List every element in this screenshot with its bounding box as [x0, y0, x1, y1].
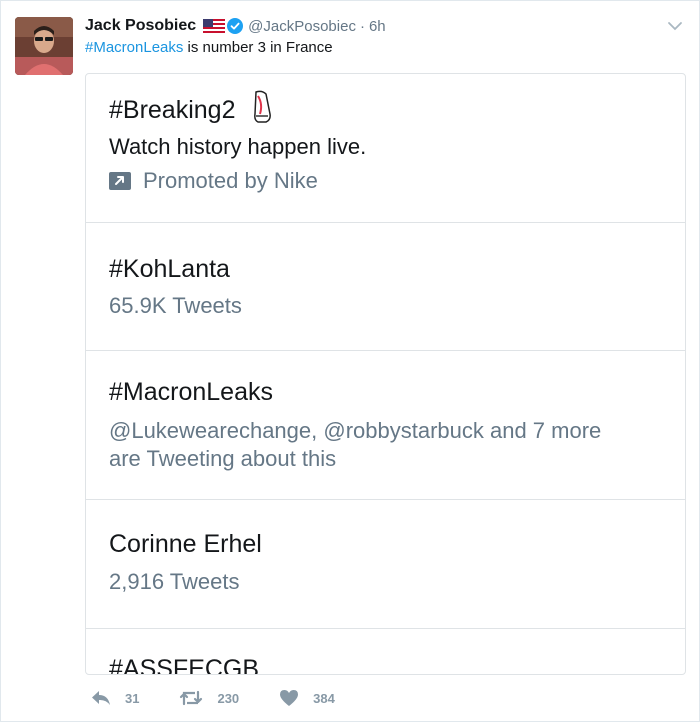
tweet-timestamp[interactable]: 6h	[369, 18, 386, 35]
sneaker-icon	[248, 90, 274, 124]
author-handle[interactable]: @JackPosobiec	[248, 18, 356, 35]
tweet-card[interactable]: Jack Posobiec @JackPosobiec · 6h #Macron…	[0, 0, 700, 722]
promoted-arrow-icon	[109, 172, 131, 190]
like-count: 384	[313, 690, 335, 706]
retweet-count: 230	[217, 690, 240, 706]
us-flag-icon	[203, 19, 226, 33]
trend-item[interactable]: #ASSFECGB	[86, 629, 685, 675]
separator-dot: ·	[359, 17, 365, 35]
trend-item[interactable]: Corinne Erhel 2,916 Tweets	[86, 500, 685, 629]
author-name[interactable]: Jack Posobiec	[85, 17, 196, 35]
trend-title: #Breaking2	[109, 90, 274, 125]
avatar[interactable]	[15, 17, 73, 75]
trend-title: #MacronLeaks	[109, 378, 273, 406]
retweet-icon	[180, 690, 203, 706]
trend-title: Corinne Erhel	[109, 530, 262, 558]
heart-icon	[280, 690, 299, 706]
trend-context-line-1: @Lukewearechange, @robbystarbuck and 7 m…	[109, 418, 602, 443]
tweet-header: Jack Posobiec @JackPosobiec · 6h	[85, 15, 386, 37]
retweet-button[interactable]: 230	[179, 690, 239, 706]
verified-badge-icon	[227, 18, 244, 34]
trends-screenshot[interactable]: #Breaking2 Watch history happen live. Pr…	[85, 73, 686, 675]
reply-button[interactable]: 31	[91, 690, 139, 706]
trend-context-line-2: are Tweeting about this	[109, 446, 337, 471]
trend-tweet-count: 2,916 Tweets	[109, 569, 240, 594]
avatar-photo	[15, 17, 73, 75]
trend-title: #ASSFECGB	[109, 655, 260, 675]
tweet-text-rest: is number 3 in France	[183, 39, 333, 56]
like-button[interactable]: 384	[279, 689, 335, 707]
trend-item[interactable]: #KohLanta 65.9K Tweets	[86, 223, 685, 351]
trend-item-promoted: #Breaking2 Watch history happen live. Pr…	[86, 74, 685, 223]
promoted-label: Promoted by Nike	[109, 168, 318, 194]
trend-tweet-count: 65.9K Tweets	[109, 293, 242, 318]
reply-count: 31	[125, 690, 140, 706]
trend-item[interactable]: #MacronLeaks @Lukewearechange, @robbysta…	[86, 351, 685, 500]
tweet-actions: 31 230 384	[91, 689, 375, 707]
chevron-down-icon[interactable]	[667, 19, 683, 31]
reply-icon	[92, 691, 110, 705]
trend-title: #KohLanta	[109, 255, 230, 283]
hashtag-link[interactable]: #MacronLeaks	[85, 39, 183, 56]
tweet-text: #MacronLeaks is number 3 in France	[85, 39, 333, 56]
trend-description: Watch history happen live.	[109, 134, 367, 159]
